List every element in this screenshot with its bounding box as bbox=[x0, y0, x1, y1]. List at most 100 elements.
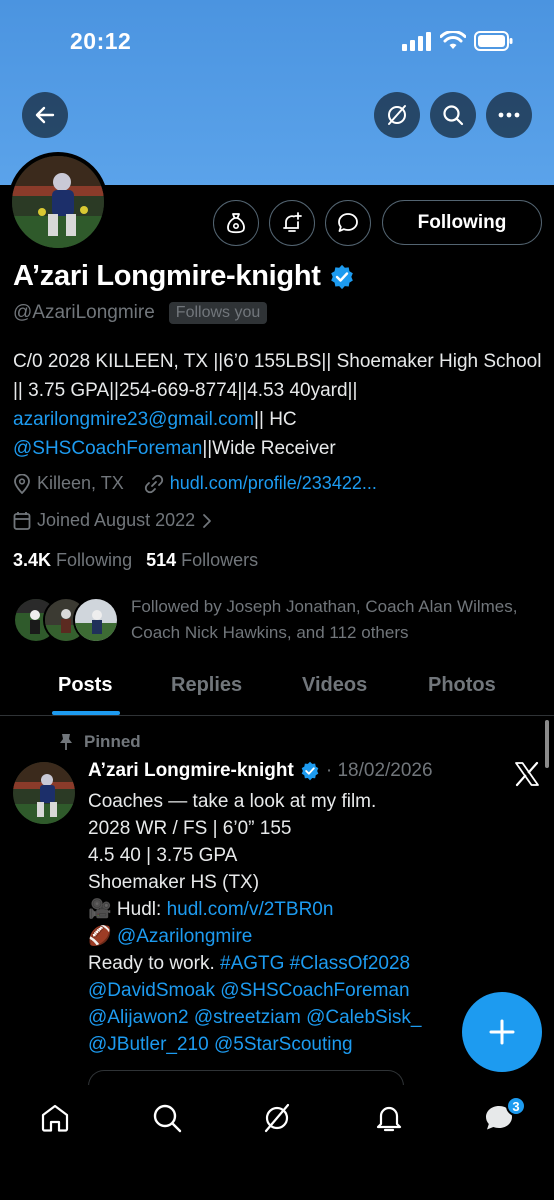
active-tab-indicator bbox=[52, 711, 120, 715]
bell-plus-icon bbox=[283, 212, 302, 232]
nav-home[interactable] bbox=[38, 1101, 72, 1135]
nav-grok[interactable] bbox=[260, 1101, 294, 1135]
grok-icon bbox=[388, 105, 406, 125]
joined-row[interactable]: Joined August 2022 bbox=[13, 510, 213, 531]
follows-you-badge: Follows you bbox=[168, 302, 268, 324]
calendar-icon bbox=[13, 511, 31, 530]
hudl-prefix: 🎥 Hudl: bbox=[88, 899, 167, 920]
follow-counts: 3.4K Following 514 Followers bbox=[13, 550, 258, 571]
post-mentions[interactable]: @DavidSmoak @SHSCoachForeman bbox=[88, 977, 468, 1004]
pin-icon bbox=[60, 734, 72, 750]
wifi-icon bbox=[440, 31, 466, 49]
post-mentions[interactable]: @JButler_210 @5StarScouting bbox=[88, 1031, 468, 1058]
following-count: 3.4K bbox=[13, 550, 52, 570]
verified-badge-icon[interactable] bbox=[329, 264, 355, 290]
profile-name-row: A’zari Longmire-knight bbox=[13, 260, 355, 293]
following-count-link[interactable]: 3.4K Following bbox=[13, 550, 132, 571]
location-website-row: Killeen, TX hudl.com/profile/233422... bbox=[13, 473, 377, 494]
azari-mention[interactable]: @Azarilongmire bbox=[117, 926, 252, 947]
search-button[interactable] bbox=[430, 92, 476, 138]
mutual-avatars bbox=[13, 597, 119, 643]
avatar-photo bbox=[12, 156, 104, 248]
money-bag-icon bbox=[227, 213, 245, 234]
bio-coach-mention[interactable]: @SHSCoachForeman bbox=[13, 438, 202, 459]
followers-count: 514 bbox=[146, 550, 177, 570]
pinned-label: Pinned bbox=[84, 732, 141, 751]
chat-bubble-icon bbox=[338, 213, 358, 232]
battery-icon bbox=[474, 31, 513, 51]
status-bar: 20:12 bbox=[0, 0, 554, 84]
notify-button[interactable] bbox=[269, 200, 315, 246]
pinned-label-row: Pinned bbox=[58, 732, 141, 752]
profile-avatar[interactable] bbox=[8, 152, 108, 252]
home-icon bbox=[41, 1104, 69, 1132]
post-date[interactable]: · 18/02/2026 bbox=[326, 760, 433, 782]
post-mentions[interactable]: @Alijawon2 @streetziam @CalebSisk_ bbox=[88, 1004, 468, 1031]
followed-by-row[interactable]: Followed by Joseph Jonathan, Coach Alan … bbox=[13, 594, 521, 646]
post-line: 4.5 40 | 3.75 GPA bbox=[88, 845, 238, 866]
nav-search[interactable] bbox=[150, 1101, 184, 1135]
post-line-helmet: 🏈 @Azarilongmire bbox=[88, 923, 468, 950]
scrollbar[interactable] bbox=[545, 720, 549, 768]
status-time: 20:12 bbox=[70, 28, 132, 54]
profile-website-link[interactable]: hudl.com/profile/233422... bbox=[170, 473, 377, 494]
arrow-left-icon bbox=[35, 106, 55, 124]
message-button[interactable] bbox=[325, 200, 371, 246]
location-pin-icon bbox=[14, 473, 30, 494]
profile-location: Killeen, TX bbox=[37, 473, 124, 493]
tab-videos[interactable]: Videos bbox=[302, 674, 367, 697]
nav-notifications[interactable] bbox=[372, 1101, 406, 1135]
profile-joined: Joined August 2022 bbox=[37, 510, 196, 530]
bio-text-hc: || HC bbox=[254, 409, 297, 430]
followers-label: Followers bbox=[181, 550, 259, 570]
profile-tabs: Posts Replies Videos Photos bbox=[0, 660, 554, 716]
tab-photos[interactable]: Photos bbox=[428, 674, 496, 697]
bottom-nav bbox=[0, 1085, 554, 1200]
back-button[interactable] bbox=[22, 92, 68, 138]
post-line: Coaches — take a look at my film. bbox=[88, 791, 377, 812]
handle-row: @AzariLongmire Follows you bbox=[13, 302, 268, 324]
bio-email-link[interactable]: azarilongmire23@gmail.com bbox=[13, 409, 254, 430]
post-author-name[interactable]: A’zari Longmire-knight bbox=[88, 760, 294, 782]
profile-handle: @AzariLongmire bbox=[13, 302, 155, 323]
bell-icon bbox=[376, 1106, 402, 1132]
following-label: Following bbox=[56, 550, 133, 570]
chevron-right-icon bbox=[203, 513, 212, 528]
more-dots-icon bbox=[498, 112, 520, 118]
verified-badge-icon bbox=[301, 761, 319, 781]
following-button[interactable]: Following bbox=[382, 200, 542, 245]
tab-posts[interactable]: Posts bbox=[58, 674, 112, 697]
bio-text-end: ||Wide Receiver bbox=[202, 438, 336, 459]
search-icon bbox=[443, 105, 464, 126]
profile-bio: C/0 2028 KILLEEN, TX ||6’0 155LBS|| Shoe… bbox=[13, 347, 543, 463]
post-hashtags[interactable]: #AGTG #ClassOf2028 bbox=[220, 953, 410, 974]
post-line-ready: Ready to work. #AGTG #ClassOf2028 bbox=[88, 950, 468, 977]
tab-replies[interactable]: Replies bbox=[171, 674, 242, 697]
ready-text: Ready to work. bbox=[88, 953, 220, 974]
hudl-link[interactable]: hudl.com/v/2TBR0n bbox=[167, 899, 334, 920]
grok-button[interactable] bbox=[374, 92, 420, 138]
mutual-avatar bbox=[73, 597, 119, 643]
profile-name: A’zari Longmire-knight bbox=[13, 260, 321, 292]
followers-count-link[interactable]: 514 Followers bbox=[146, 550, 258, 571]
grok-icon bbox=[264, 1103, 290, 1133]
post-line: Shoemaker HS (TX) bbox=[88, 872, 260, 893]
search-icon bbox=[153, 1104, 182, 1133]
post-header: A’zari Longmire-knight · 18/02/2026 bbox=[88, 760, 433, 782]
cellular-signal-icon bbox=[402, 32, 431, 51]
post-author-avatar[interactable] bbox=[13, 762, 75, 824]
x-logo-icon[interactable] bbox=[514, 761, 540, 787]
post-body[interactable]: Coaches — take a look at my film. 2028 W… bbox=[88, 788, 468, 1058]
compose-button[interactable] bbox=[462, 992, 542, 1072]
subscribe-button[interactable] bbox=[213, 200, 259, 246]
bio-text: C/0 2028 KILLEEN, TX ||6’0 155LBS|| Shoe… bbox=[13, 351, 542, 401]
helmet-prefix: 🏈 bbox=[88, 926, 117, 947]
messages-badge: 3 bbox=[506, 1096, 526, 1116]
plus-icon bbox=[489, 1019, 515, 1045]
link-icon bbox=[144, 474, 163, 493]
status-icons bbox=[402, 30, 514, 52]
followed-by-text: Followed by Joseph Jonathan, Coach Alan … bbox=[131, 597, 518, 642]
post-line: 2028 WR / FS | 6’0” 155 bbox=[88, 818, 292, 839]
more-button[interactable] bbox=[486, 92, 532, 138]
post-line-hudl: 🎥 Hudl: hudl.com/v/2TBR0n bbox=[88, 896, 468, 923]
